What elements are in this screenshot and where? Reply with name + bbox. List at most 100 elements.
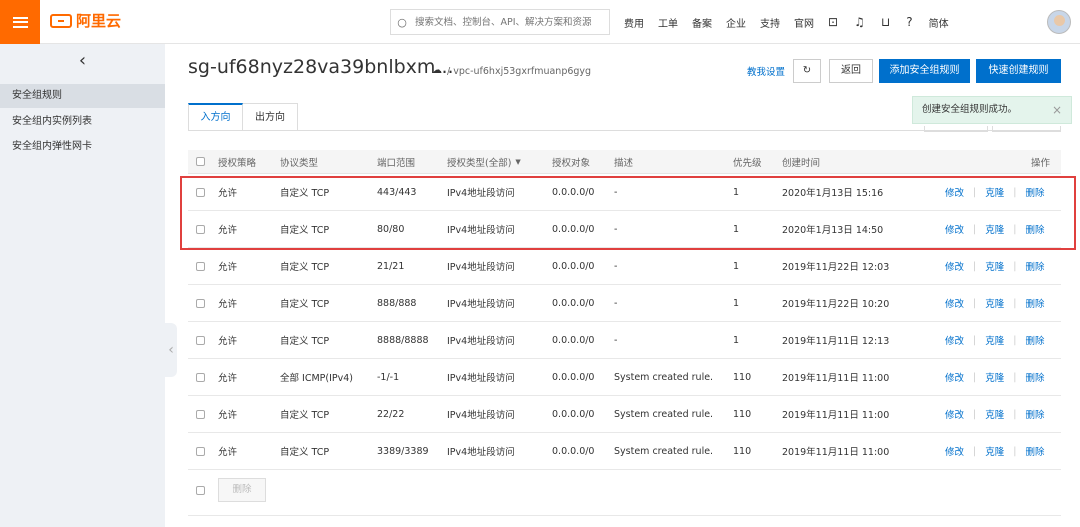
cell-description: System created rule. <box>614 445 714 457</box>
logo[interactable]: 阿里云 <box>50 10 121 31</box>
modify-link[interactable]: 修改 <box>945 333 964 347</box>
clone-link[interactable]: 克隆 <box>985 333 1004 347</box>
header-auth-object: 授权对象 <box>552 157 591 169</box>
modify-link[interactable]: 修改 <box>945 259 964 273</box>
cell-description: System created rule. <box>614 408 714 420</box>
clone-link[interactable]: 克隆 <box>985 370 1004 384</box>
divider: | <box>1013 260 1017 272</box>
cell-description: System created rule. <box>614 371 714 383</box>
lang-switch[interactable]: 简体 <box>929 15 949 30</box>
cell-auth-object: 0.0.0.0/0 <box>552 371 595 383</box>
search-box[interactable]: ○ <box>390 9 610 35</box>
row-checkbox[interactable] <box>196 446 205 456</box>
highlight-box <box>180 176 1076 250</box>
sidebar-item-eni[interactable]: 安全组内弹性网卡 <box>0 135 165 159</box>
refresh-button[interactable]: ↻ <box>793 59 821 83</box>
delete-link[interactable]: 删除 <box>1025 333 1044 347</box>
bulk-delete-button[interactable]: 删除 <box>218 478 266 502</box>
cell-port: 8888/8888 <box>377 334 429 346</box>
top-bar: 阿里云 ○ 费用 工单 备案 企业 支持 官网 ⊡ ♫ ⊔ ? 简体 <box>0 0 1080 44</box>
avatar[interactable] <box>1047 10 1071 34</box>
cell-auth-type: IPv4地址段访问 <box>447 299 515 310</box>
row-checkbox[interactable] <box>196 409 205 419</box>
back-chevron-icon[interactable]: ‹ <box>0 44 165 78</box>
row-checkbox[interactable] <box>196 261 205 271</box>
cell-auth-object: 0.0.0.0/0 <box>552 408 595 420</box>
success-toast: 创建安全组规则成功。 × <box>912 96 1072 124</box>
sidebar-item-instances[interactable]: 安全组内实例列表 <box>0 110 165 134</box>
modify-link[interactable]: 修改 <box>945 444 964 458</box>
table-row: 允许 自定义 TCP 22/22 IPv4地址段访问 0.0.0.0/0 System c… <box>188 396 1061 433</box>
cell-protocol: 自定义 TCP <box>280 262 330 273</box>
refresh-icon: ↻ <box>802 65 812 76</box>
clone-link[interactable]: 克隆 <box>985 444 1004 458</box>
divider: | <box>973 297 977 309</box>
cell-protocol: 自定义 TCP <box>280 447 330 458</box>
nav-enterprise[interactable]: 企业 <box>726 15 746 30</box>
clone-link[interactable]: 克隆 <box>985 296 1004 310</box>
cell-policy: 允许 <box>218 299 238 310</box>
nav-support[interactable]: 支持 <box>760 15 780 30</box>
modify-link[interactable]: 修改 <box>945 370 964 384</box>
caret-down-icon: ▼ <box>515 157 521 166</box>
cell-auth-type: IPv4地址段访问 <box>447 262 515 273</box>
teach-link[interactable]: 教我设置 <box>747 64 785 78</box>
hidden-button <box>924 126 988 132</box>
delete-link[interactable]: 删除 <box>1025 259 1044 273</box>
close-icon[interactable]: × <box>1052 97 1062 123</box>
cell-priority: 1 <box>733 334 740 346</box>
cell-policy: 允许 <box>218 262 238 273</box>
divider: | <box>1013 445 1017 457</box>
header-actions: 操作 <box>1031 157 1051 169</box>
clone-link[interactable]: 克隆 <box>985 407 1004 421</box>
cell-auth-object: 0.0.0.0/0 <box>552 297 595 309</box>
nav-fees[interactable]: 费用 <box>624 15 644 30</box>
cell-policy: 允许 <box>218 410 238 421</box>
row-checkbox[interactable] <box>196 298 205 308</box>
sidebar-item-rules[interactable]: 安全组规则 <box>0 84 165 108</box>
table-row: 允许 自定义 TCP 3389/3389 IPv4地址段访问 0.0.0.0/0 Syst… <box>188 433 1061 470</box>
cell-port: -1/-1 <box>377 371 400 383</box>
tab-outbound[interactable]: 出方向 <box>243 103 298 131</box>
cell-port: 888/888 <box>377 297 417 309</box>
back-button[interactable]: 返回 <box>829 59 873 83</box>
sidebar-collapse-handle[interactable]: ‹ <box>165 323 177 377</box>
logo-text: 阿里云 <box>76 12 122 30</box>
cell-protocol: 自定义 TCP <box>280 336 330 347</box>
cell-auth-object: 0.0.0.0/0 <box>552 260 595 272</box>
menu-icon[interactable] <box>0 0 40 44</box>
delete-link[interactable]: 删除 <box>1025 444 1044 458</box>
add-rule-button[interactable]: 添加安全组规则 <box>879 59 970 83</box>
row-checkbox[interactable] <box>196 335 205 345</box>
cart-icon[interactable]: ⊔ <box>881 15 890 29</box>
search-input[interactable] <box>413 15 607 29</box>
table-bottom-line <box>188 515 1061 516</box>
cell-created-time: 2019年11月11日 11:00 <box>782 410 890 421</box>
cell-auth-object: 0.0.0.0/0 <box>552 334 595 346</box>
clone-link[interactable]: 克隆 <box>985 259 1004 273</box>
top-nav: 费用 工单 备案 企业 支持 官网 ⊡ ♫ ⊔ ? 简体 <box>624 0 963 44</box>
cell-auth-type: IPv4地址段访问 <box>447 410 515 421</box>
terminal-icon[interactable]: ⊡ <box>828 15 838 29</box>
row-checkbox[interactable] <box>196 372 205 382</box>
delete-link[interactable]: 删除 <box>1025 407 1044 421</box>
bulk-select-checkbox[interactable] <box>196 486 205 495</box>
nav-official-site[interactable]: 官网 <box>794 15 814 30</box>
header-auth-type[interactable]: 授权类型(全部) ▼ <box>447 150 521 173</box>
divider: | <box>973 334 977 346</box>
help-icon[interactable]: ? <box>906 15 912 29</box>
modify-link[interactable]: 修改 <box>945 296 964 310</box>
header-auth-type-label: 授权类型(全部) <box>447 157 512 169</box>
bell-icon[interactable]: ♫ <box>854 15 865 29</box>
quick-create-button[interactable]: 快速创建规则 <box>976 59 1061 83</box>
delete-link[interactable]: 删除 <box>1025 370 1044 384</box>
cell-description: - <box>614 260 618 272</box>
cell-priority: 110 <box>733 408 752 420</box>
tab-inbound[interactable]: 入方向 <box>188 103 243 131</box>
delete-link[interactable]: 删除 <box>1025 296 1044 310</box>
modify-link[interactable]: 修改 <box>945 407 964 421</box>
select-all-checkbox[interactable] <box>196 157 205 166</box>
nav-ticket[interactable]: 工单 <box>658 15 678 30</box>
nav-filing[interactable]: 备案 <box>692 15 712 30</box>
table-row: 允许 自定义 TCP 21/21 IPv4地址段访问 0.0.0.0/0 - 1 2019年1… <box>188 248 1061 285</box>
